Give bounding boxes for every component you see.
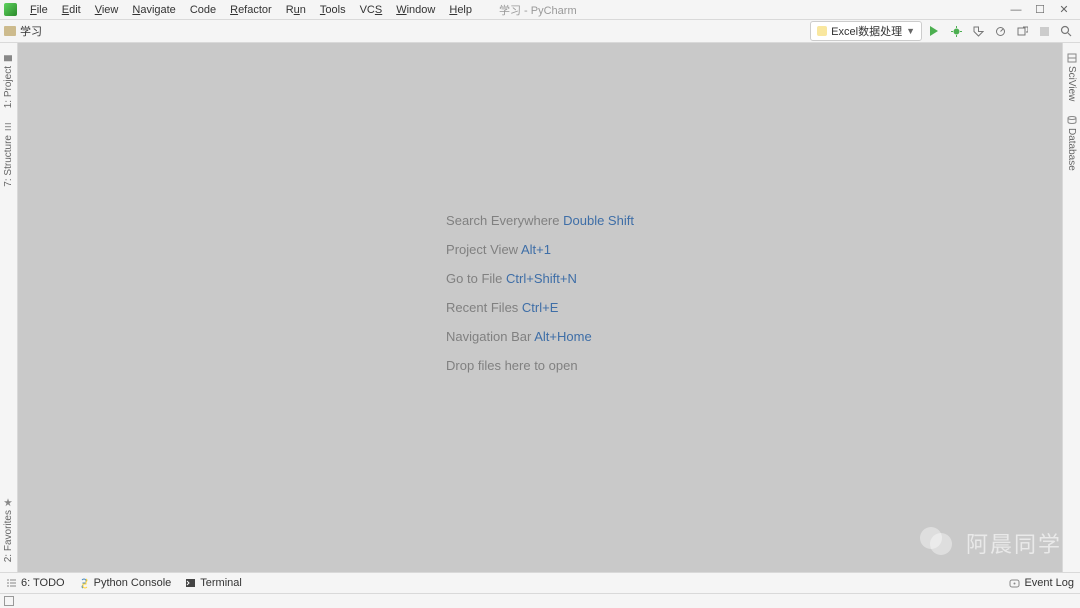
menu-edit[interactable]: Edit — [55, 4, 88, 16]
search-button[interactable] — [1056, 21, 1076, 41]
editor-area[interactable]: Search Everywhere Double Shift Project V… — [18, 43, 1062, 572]
menu-view[interactable]: View — [88, 4, 126, 16]
event-log-icon — [1009, 578, 1020, 589]
stop-icon — [1040, 27, 1049, 36]
hint-drop-files: Drop files here to open — [446, 358, 578, 373]
event-log-label: Event Log — [1024, 577, 1074, 589]
project-tab-label: 1: Project — [3, 66, 14, 108]
todo-label: 6: TODO — [21, 577, 65, 589]
menu-help[interactable]: Help — [442, 4, 479, 16]
pycharm-app-icon — [4, 3, 17, 16]
terminal-icon — [185, 578, 196, 589]
structure-icon — [4, 122, 14, 132]
run-configuration-selector[interactable]: Excel数据处理 ▼ — [810, 21, 922, 41]
terminal-tool-tab[interactable]: Terminal — [185, 577, 242, 589]
menu-navigate[interactable]: Navigate — [125, 4, 182, 16]
navigation-bar: 学习 Excel数据处理 ▼ — [0, 20, 1080, 43]
breadcrumb-project: 学习 — [20, 23, 42, 39]
python-console-tool-tab[interactable]: Python Console — [79, 577, 172, 589]
sciview-tool-tab[interactable]: SciView — [1065, 49, 1078, 105]
hint-recent-files: Recent Files Ctrl+E — [446, 300, 558, 315]
main-menu: File Edit View Navigate Code Refactor Ru… — [23, 4, 479, 16]
debug-button[interactable] — [946, 21, 966, 41]
left-tool-gutter: 1: Project 7: Structure 2: Favorites — [0, 43, 18, 572]
window-controls: — ☐ ✕ — [1004, 1, 1076, 19]
close-button[interactable]: ✕ — [1052, 1, 1076, 19]
sciview-icon — [1067, 53, 1077, 63]
hint-search-everywhere: Search Everywhere Double Shift — [446, 213, 634, 228]
python-file-icon — [817, 26, 827, 36]
project-icon — [4, 53, 14, 63]
titlebar: File Edit View Navigate Code Refactor Ru… — [0, 0, 1080, 20]
menu-run[interactable]: Run — [279, 4, 313, 16]
hint-navigation-bar: Navigation Bar Alt+Home — [446, 329, 592, 344]
project-tool-tab[interactable]: 1: Project — [2, 49, 15, 112]
menu-code[interactable]: Code — [183, 4, 223, 16]
maximize-button[interactable]: ☐ — [1028, 1, 1052, 19]
structure-tab-label: 7: Structure — [3, 135, 14, 187]
event-log-tool-tab[interactable]: Event Log — [1009, 577, 1074, 589]
hint-project-view: Project View Alt+1 — [446, 242, 551, 257]
python-icon — [79, 578, 90, 589]
tool-windows-toggle[interactable] — [4, 596, 14, 606]
menu-vcs[interactable]: VCS — [353, 4, 390, 16]
hint-go-to-file: Go to File Ctrl+Shift+N — [446, 271, 577, 286]
welcome-hints: Search Everywhere Double Shift Project V… — [446, 213, 634, 373]
stop-button[interactable] — [1034, 21, 1054, 41]
structure-tool-tab[interactable]: 7: Structure — [2, 118, 15, 191]
right-tool-gutter: SciView Database — [1062, 43, 1080, 572]
favorites-tool-tab[interactable]: 2: Favorites — [2, 493, 15, 566]
menu-window[interactable]: Window — [389, 4, 442, 16]
shortcut-ctrl-e: Ctrl+E — [522, 300, 558, 315]
shortcut-alt-home: Alt+Home — [534, 329, 591, 344]
menu-refactor[interactable]: Refactor — [223, 4, 279, 16]
python-console-label: Python Console — [94, 577, 172, 589]
favorites-tab-label: 2: Favorites — [3, 510, 14, 562]
chevron-down-icon: ▼ — [906, 26, 915, 36]
menu-tools[interactable]: Tools — [313, 4, 353, 16]
shortcut-ctrl-shift-n: Ctrl+Shift+N — [506, 271, 577, 286]
status-bar — [0, 593, 1080, 608]
terminal-label: Terminal — [200, 577, 242, 589]
todo-tool-tab[interactable]: 6: TODO — [6, 577, 65, 589]
workspace: 1: Project 7: Structure 2: Favorites Sea… — [0, 43, 1080, 572]
attach-button[interactable] — [1012, 21, 1032, 41]
todo-icon — [6, 578, 17, 589]
database-icon — [1067, 115, 1077, 125]
database-tool-tab[interactable]: Database — [1065, 111, 1078, 175]
window-title: 学习 - PyCharm — [499, 2, 577, 18]
shortcut-alt-1: Alt+1 — [521, 242, 551, 257]
sciview-tab-label: SciView — [1066, 66, 1077, 101]
profile-button[interactable] — [990, 21, 1010, 41]
breadcrumb[interactable]: 学习 — [4, 23, 42, 39]
run-with-coverage-button[interactable] — [968, 21, 988, 41]
database-tab-label: Database — [1066, 128, 1077, 171]
shortcut-double-shift: Double Shift — [563, 213, 634, 228]
run-button[interactable] — [924, 21, 944, 41]
run-configuration-label: Excel数据处理 — [831, 23, 902, 39]
star-icon — [4, 497, 14, 507]
minimize-button[interactable]: — — [1004, 1, 1028, 19]
folder-icon — [4, 26, 16, 36]
bottom-tool-gutter: 6: TODO Python Console Terminal Event Lo… — [0, 572, 1080, 593]
menu-file[interactable]: File — [23, 4, 55, 16]
